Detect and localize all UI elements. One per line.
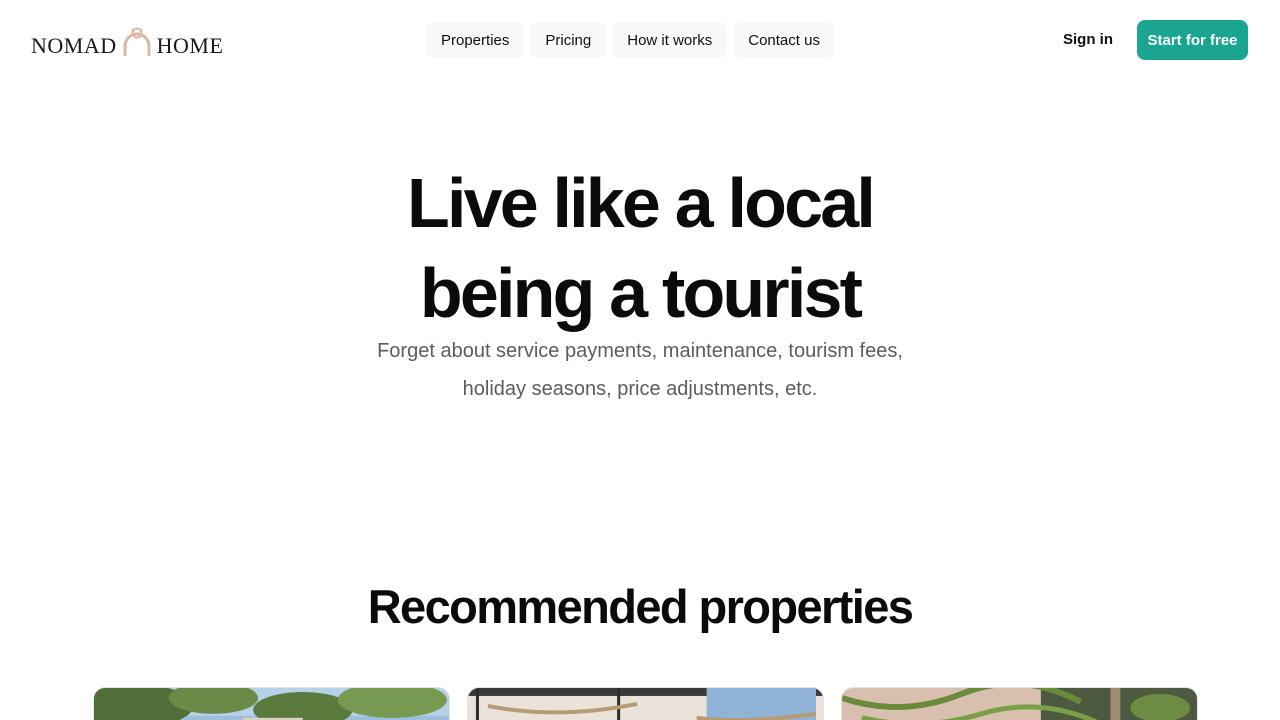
hero-subtitle-line-1: Forget about service payments, maintenan… [377, 340, 903, 362]
nav-contact-us[interactable]: Contact us [733, 22, 835, 58]
property-photo [842, 688, 1197, 720]
start-for-free-button[interactable]: Start for free [1137, 20, 1248, 60]
hero-title-line-2: being a tourist [419, 254, 863, 332]
logo-text-left: NOMAD [31, 33, 117, 58]
main-nav: Properties Pricing How it works Contact … [426, 22, 835, 58]
logo-text-right: HOME [156, 33, 224, 58]
hero-subtitle-line-2: holiday seasons, price adjustments, etc. [462, 378, 818, 400]
nav-how-it-works[interactable]: How it works [612, 22, 728, 58]
property-card[interactable] [93, 687, 450, 720]
arch-knot-icon [123, 27, 151, 56]
property-card[interactable] [841, 687, 1198, 720]
sign-in-link[interactable]: Sign in [1063, 30, 1113, 50]
hero-title-line-1: Live like a local [406, 164, 876, 242]
recommended-properties-title: Recommended properties [367, 580, 914, 633]
site-header: NOMAD HOME Properties Pricing How it wor… [0, 0, 1280, 82]
hero-subtitle: Forget about service payments, maintenan… [0, 332, 1280, 408]
property-card[interactable] [467, 687, 824, 720]
property-photo [94, 688, 449, 720]
nav-pricing[interactable]: Pricing [530, 22, 607, 58]
hero-title: Live like a local being a tourist [0, 158, 1280, 338]
logo[interactable]: NOMAD HOME [31, 24, 223, 58]
property-photo [468, 688, 823, 720]
nav-properties[interactable]: Properties [426, 22, 525, 58]
property-card-list [93, 687, 1198, 720]
